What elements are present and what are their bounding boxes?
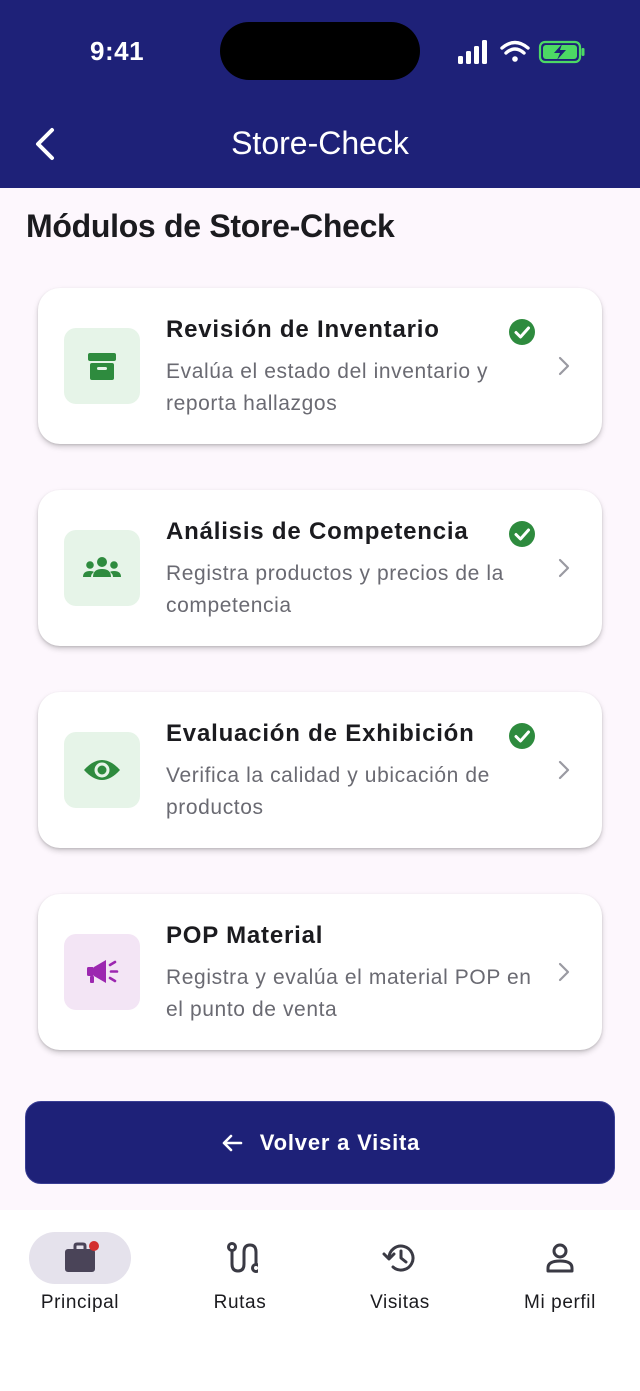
nav-item-mi-perfil[interactable]: Mi perfil bbox=[480, 1232, 640, 1332]
megaphone-icon bbox=[87, 960, 119, 983]
nav-label: Visitas bbox=[370, 1292, 430, 1313]
module-title: POP Material bbox=[166, 922, 324, 949]
nav-item-rutas[interactable]: Rutas bbox=[160, 1232, 320, 1332]
section-title: Módulos de Store-Check bbox=[26, 208, 395, 244]
module-title: Evaluación de Exhibición bbox=[166, 720, 475, 747]
dynamic-island bbox=[220, 22, 420, 80]
module-title: Revisión de Inventario bbox=[166, 316, 440, 343]
status-icons bbox=[458, 40, 585, 64]
chevron-right-icon bbox=[558, 356, 570, 376]
chevron-right-icon bbox=[558, 760, 570, 780]
chevron-right-icon bbox=[558, 962, 570, 982]
nav-label: Mi perfil bbox=[524, 1292, 596, 1313]
module-description: Registra productos y precios de la compe… bbox=[166, 562, 504, 617]
module-description: Registra y evalúa el material POP en el … bbox=[166, 966, 532, 1021]
nav-label: Principal bbox=[40, 1292, 120, 1313]
module-card-pop[interactable]: POP Material Registra y evalúa el materi… bbox=[38, 894, 602, 1050]
app-header: 9:41 Store-Check bbox=[0, 0, 640, 188]
module-icon-box bbox=[64, 328, 140, 404]
arrow-back-icon bbox=[222, 1134, 243, 1151]
person-icon bbox=[546, 1243, 574, 1273]
back-to-visit-label: Volver a Visita bbox=[259, 1129, 421, 1155]
nav-label: Rutas bbox=[213, 1292, 267, 1313]
status-time: 9:41 bbox=[90, 36, 145, 66]
module-card-inventario[interactable]: Revisión de Inventario Evalúa el estado … bbox=[38, 288, 602, 444]
module-icon-box bbox=[64, 530, 140, 606]
module-icon-box bbox=[64, 934, 140, 1010]
check-circle-icon bbox=[509, 723, 535, 749]
module-description: Verifica la calidad y ubicación de produ… bbox=[166, 764, 490, 819]
cellular-signal-icon bbox=[458, 40, 487, 64]
module-card-exhibicion[interactable]: Evaluación de Exhibición Verifica la cal… bbox=[38, 692, 602, 848]
nav-item-principal[interactable]: Principal bbox=[0, 1232, 160, 1332]
back-to-visit-button[interactable]: Volver a Visita bbox=[25, 1101, 615, 1184]
module-title: Análisis de Competencia bbox=[166, 518, 469, 545]
groups-icon bbox=[83, 557, 121, 577]
archive-icon bbox=[88, 353, 116, 380]
bottom-navigation: Principal Rutas Visitas Mi perfil bbox=[0, 1210, 640, 1391]
check-circle-icon bbox=[509, 521, 535, 547]
chevron-right-icon bbox=[558, 558, 570, 578]
nav-item-visitas[interactable]: Visitas bbox=[320, 1232, 480, 1332]
wifi-icon bbox=[500, 40, 530, 62]
route-icon bbox=[227, 1242, 258, 1273]
battery-charging-icon bbox=[538, 40, 585, 64]
page-title: Store-Check bbox=[231, 125, 409, 161]
history-icon bbox=[382, 1244, 415, 1272]
module-card-competencia[interactable]: Análisis de Competencia Registra product… bbox=[38, 490, 602, 646]
module-description: Evalúa el estado del inventario y report… bbox=[166, 360, 489, 415]
eye-icon bbox=[84, 760, 120, 780]
check-circle-icon bbox=[509, 319, 535, 345]
notification-badge bbox=[89, 1241, 99, 1251]
module-icon-box bbox=[64, 732, 140, 808]
